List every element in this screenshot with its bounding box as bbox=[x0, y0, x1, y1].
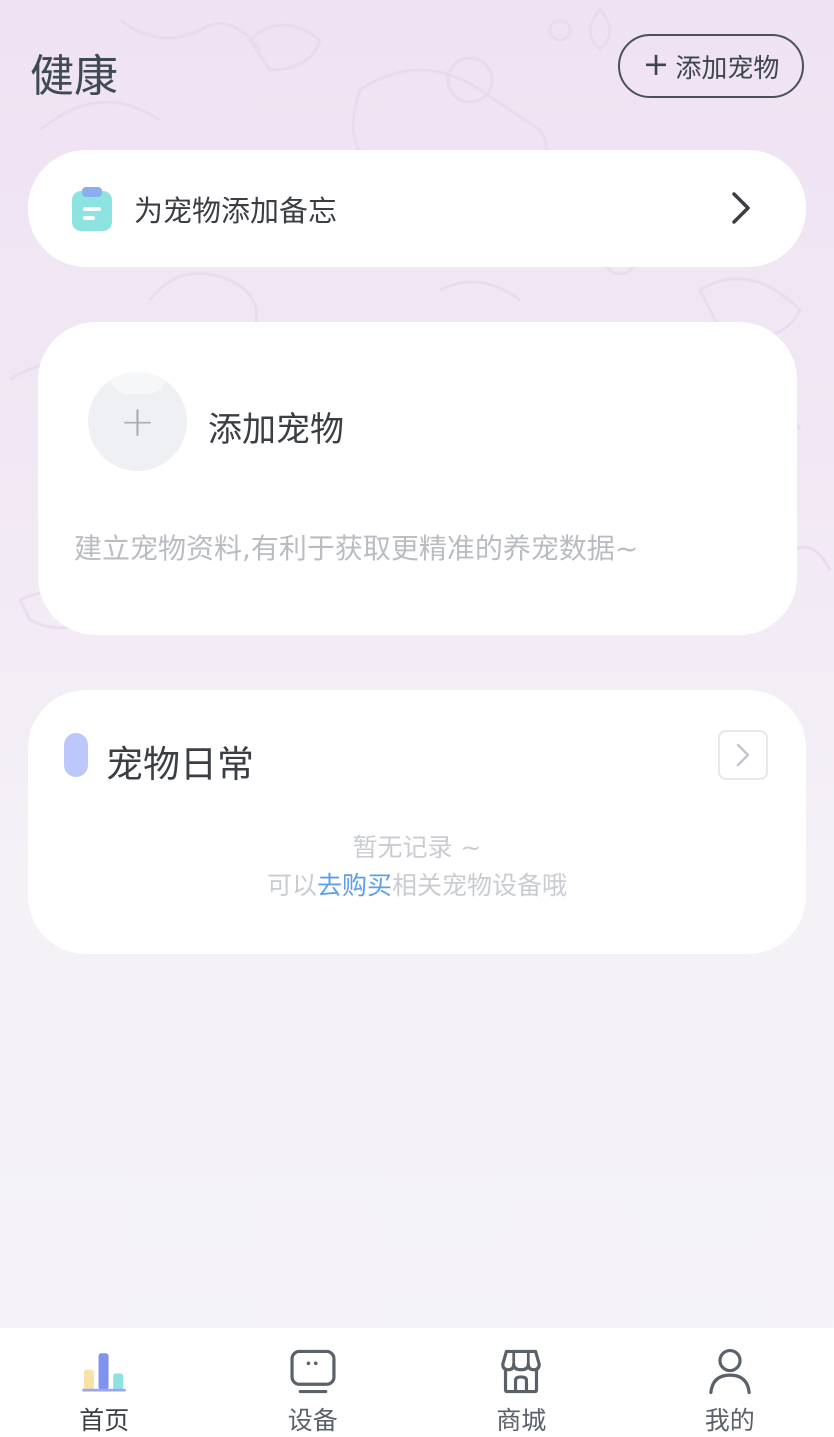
add-pet-card[interactable]: + 添加宠物 建立宠物资料,有利于获取更精准的养宠数据~ bbox=[38, 322, 797, 635]
chevron-right-icon bbox=[728, 190, 754, 226]
tab-profile[interactable]: 我的 bbox=[626, 1328, 834, 1437]
pet-daily-more-button[interactable] bbox=[718, 730, 768, 780]
pet-daily-title: 宠物日常 bbox=[106, 743, 254, 786]
pet-daily-card: 宠物日常 暂无记录 ~ 可以去购买相关宠物设备哦 bbox=[28, 690, 806, 954]
clipboard-icon bbox=[72, 186, 112, 231]
home-chart-icon bbox=[82, 1353, 127, 1392]
chevron-right-icon bbox=[736, 743, 750, 767]
tab-device[interactable]: 设备 bbox=[209, 1328, 418, 1437]
add-pet-title: 添加宠物 bbox=[208, 410, 344, 450]
tab-home-label: 首页 bbox=[79, 1406, 130, 1435]
empty-state-text: 暂无记录 ~ bbox=[352, 833, 482, 862]
tab-shop[interactable]: 商城 bbox=[417, 1328, 626, 1437]
plus-icon: + bbox=[642, 45, 670, 83]
shop-icon bbox=[501, 1349, 542, 1394]
section-marker bbox=[64, 733, 88, 777]
hint-suffix: 相关宠物设备哦 bbox=[392, 871, 568, 900]
go-buy-link[interactable]: 去购买 bbox=[317, 871, 392, 900]
hint-prefix: 可以 bbox=[266, 871, 317, 900]
tab-shop-label: 商城 bbox=[496, 1406, 547, 1435]
bottom-tab-bar: 首页 设备 商城 我的 bbox=[0, 1328, 834, 1437]
profile-icon bbox=[709, 1348, 751, 1395]
pet-avatar-placeholder[interactable]: + bbox=[88, 372, 187, 471]
add-pet-button-label: 添加宠物 bbox=[675, 53, 780, 84]
tab-home[interactable]: 首页 bbox=[0, 1328, 209, 1437]
tab-device-label: 设备 bbox=[287, 1406, 338, 1435]
add-pet-description: 建立宠物资料,有利于获取更精准的养宠数据~ bbox=[74, 532, 639, 565]
page-title: 健康 bbox=[30, 51, 118, 102]
add-pet-button[interactable]: + 添加宠物 bbox=[618, 34, 804, 98]
memo-label: 为宠物添加备忘 bbox=[134, 193, 338, 228]
device-icon bbox=[290, 1349, 336, 1394]
empty-state-hint: 可以去购买相关宠物设备哦 bbox=[28, 866, 806, 902]
add-memo-card[interactable]: 为宠物添加备忘 bbox=[28, 150, 806, 267]
tab-profile-label: 我的 bbox=[704, 1406, 755, 1435]
plus-icon: + bbox=[119, 397, 156, 446]
